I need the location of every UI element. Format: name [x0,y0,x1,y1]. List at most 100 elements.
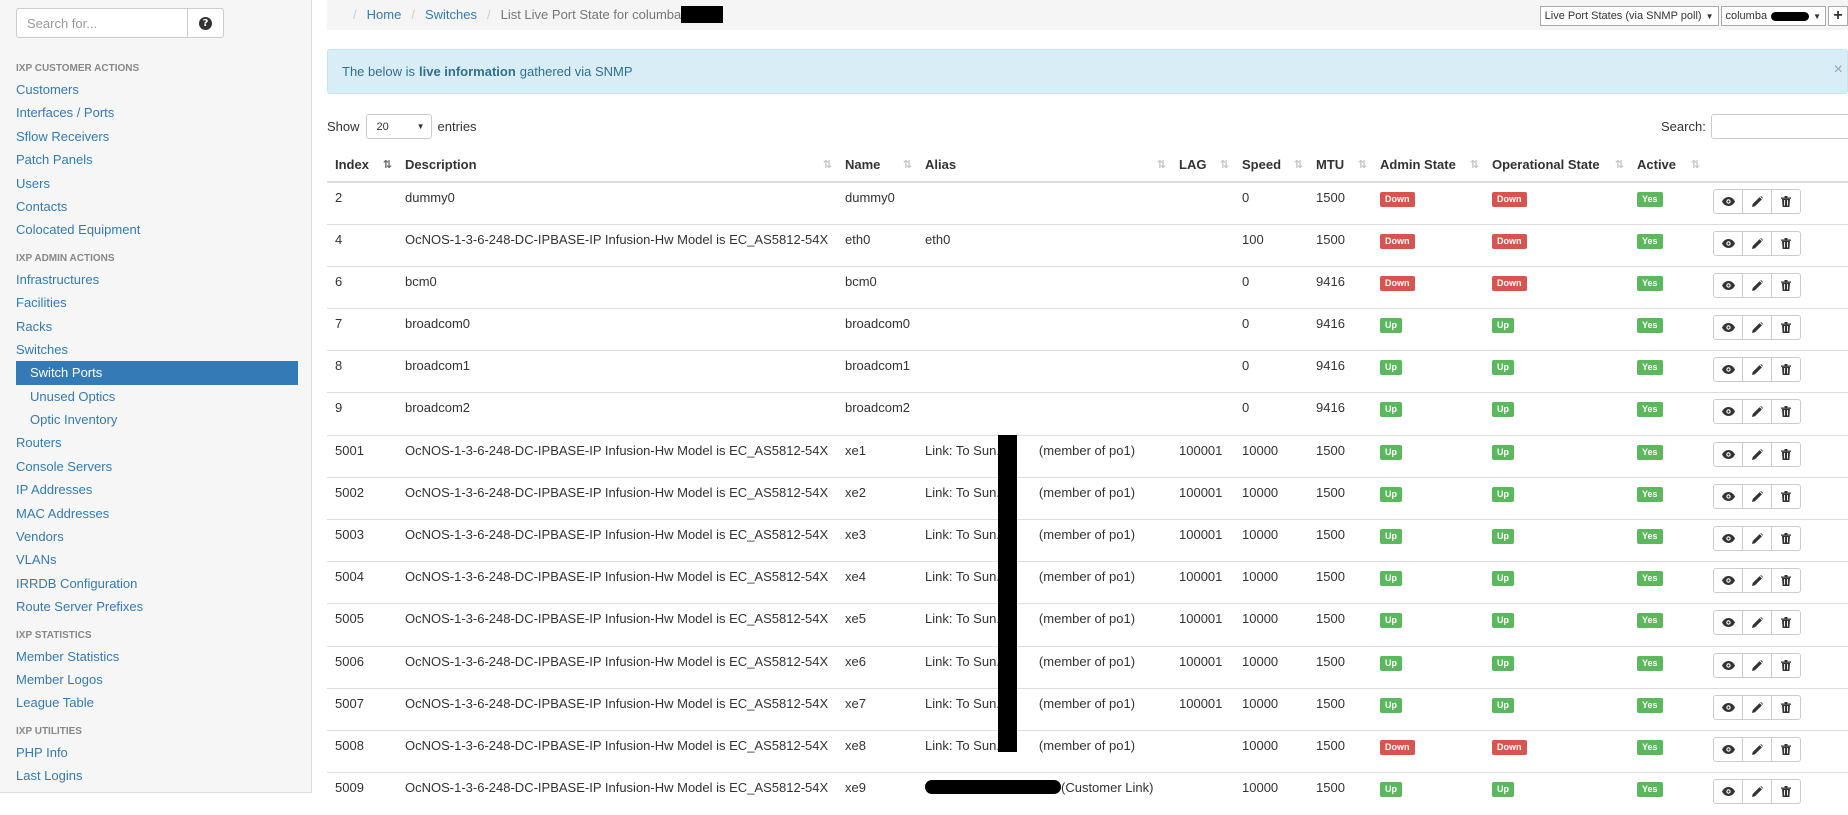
active-badge: Yes [1637,613,1663,629]
sidebar-item-racks[interactable]: Racks [0,315,312,338]
view-button[interactable] [1713,610,1743,636]
sidebar-item-colocated-equipment[interactable]: Colocated Equipment [0,218,312,241]
delete-button[interactable] [1771,441,1801,467]
view-button[interactable] [1713,230,1743,256]
sidebar-item-route-server-prefixes[interactable]: Route Server Prefixes [0,595,312,618]
delete-button[interactable] [1771,272,1801,298]
delete-button[interactable] [1771,315,1801,341]
cell-oper: Up [1484,687,1629,731]
help-button[interactable]: ? [188,8,224,38]
column-header-operational-state[interactable]: Operational State ⇅ [1484,148,1629,183]
sidebar-item-mac-addresses[interactable]: MAC Addresses [0,502,312,525]
sidebar-item-irrdb-configuration[interactable]: IRRDB Configuration [0,572,312,595]
sidebar-item-switch-ports[interactable]: Switch Ports [16,361,298,385]
edit-button[interactable] [1742,483,1772,509]
delete-button[interactable] [1771,189,1801,214]
sidebar-item-php-info[interactable]: PHP Info [0,741,312,764]
column-header-active[interactable]: Active ⇅ [1629,148,1705,183]
sidebar-item-optic-inventory[interactable]: Optic Inventory [0,408,312,431]
delete-button[interactable] [1771,568,1801,594]
sidebar-item-patch-panels[interactable]: Patch Panels [0,148,312,171]
view-button[interactable] [1713,357,1743,383]
delete-button[interactable] [1771,652,1801,678]
edit-button[interactable] [1742,694,1772,720]
cell-alias: Link: To Sun.c (member of po1) [917,687,1171,731]
page-length-select[interactable]: 20 ▼ [365,114,432,139]
delete-button[interactable] [1771,230,1801,256]
sidebar-item-ip-addresses[interactable]: IP Addresses [0,478,312,501]
sidebar-item-member-logos[interactable]: Member Logos [0,668,312,691]
view-button[interactable] [1713,272,1743,298]
sidebar-item-last-logins[interactable]: Last Logins [0,764,312,787]
edit-button[interactable] [1742,315,1772,341]
delete-button[interactable] [1771,694,1801,720]
sidebar-item-console-servers[interactable]: Console Servers [0,455,312,478]
breadcrumb-current: List Live Port State for columba [500,7,682,22]
edit-button[interactable] [1742,610,1772,636]
sidebar-item-vlans[interactable]: VLANs [0,548,312,571]
view-button[interactable] [1713,652,1743,678]
sidebar-item-users[interactable]: Users [0,172,312,195]
column-header-alias[interactable]: Alias ⇅ [917,148,1171,183]
delete-button[interactable] [1771,357,1801,383]
view-button[interactable] [1713,189,1743,214]
delete-button[interactable] [1771,399,1801,425]
sidebar-item-customers[interactable]: Customers [0,78,312,101]
delete-button[interactable] [1771,610,1801,636]
sidebar-item-vendors[interactable]: Vendors [0,525,312,548]
view-button[interactable] [1713,483,1743,509]
close-icon[interactable]: × [1834,61,1843,79]
delete-button[interactable] [1771,779,1801,805]
edit-button[interactable] [1742,272,1772,298]
delete-button[interactable] [1771,483,1801,509]
view-button[interactable] [1713,779,1743,805]
edit-button[interactable] [1742,736,1772,762]
sidebar-item-unused-optics[interactable]: Unused Optics [0,385,312,408]
edit-button[interactable] [1742,526,1772,551]
view-button[interactable] [1713,399,1743,425]
edit-button[interactable] [1742,568,1772,594]
cell-description: OcNOS-1-3-6-248-DC-IPBASE-IP Infusion-Hw… [397,645,837,689]
sidebar-item-interfaces-ports[interactable]: Interfaces / Ports [0,101,312,124]
column-header-speed[interactable]: Speed ⇅ [1234,148,1308,183]
column-header-description[interactable]: Description ⇅ [397,148,837,183]
eye-icon [1721,534,1735,543]
search-input[interactable] [16,8,188,38]
view-button[interactable] [1713,568,1743,594]
sidebar-item-switches[interactable]: Switches [0,338,312,361]
cell-lag [1171,181,1234,225]
edit-button[interactable] [1742,230,1772,256]
column-header-lag[interactable]: LAG ⇅ [1171,148,1234,183]
edit-button[interactable] [1742,441,1772,467]
column-header-admin-state[interactable]: Admin State ⇅ [1372,148,1484,183]
sidebar-item-routers[interactable]: Routers [0,431,312,454]
view-button[interactable] [1713,694,1743,720]
breadcrumb-switches-link[interactable]: Switches [425,7,477,22]
delete-button[interactable] [1771,526,1801,551]
column-header-name[interactable]: Name ⇅ [837,148,917,183]
edit-button[interactable] [1742,399,1772,425]
edit-button[interactable] [1742,652,1772,678]
mode-select[interactable]: Live Port States (via SNMP poll) ▼ [1539,6,1719,26]
view-button[interactable] [1713,315,1743,341]
sidebar-item-sflow-receivers[interactable]: Sflow Receivers [0,125,312,148]
sidebar-item-league-table[interactable]: League Table [0,691,312,714]
column-header-index[interactable]: Index ⇅ [327,148,397,183]
edit-button[interactable] [1742,189,1772,214]
column-header-mtu[interactable]: MTU ⇅ [1308,148,1372,183]
add-button[interactable]: + [1828,6,1848,26]
table-search-input[interactable] [1710,114,1848,139]
breadcrumb-home-link[interactable]: Home [367,7,402,22]
sidebar-item-member-statistics[interactable]: Member Statistics [0,645,312,668]
sidebar-item-facilities[interactable]: Facilities [0,291,312,314]
view-button[interactable] [1713,441,1743,467]
view-button[interactable] [1713,526,1743,551]
sidebar-item-contacts[interactable]: Contacts [0,195,312,218]
sidebar-item-infrastructures[interactable]: Infrastructures [0,268,312,291]
delete-button[interactable] [1771,736,1801,762]
edit-button[interactable] [1742,357,1772,383]
view-button[interactable] [1713,736,1743,762]
edit-button[interactable] [1742,779,1772,805]
switch-select[interactable]: columba ▼ [1720,6,1826,26]
port-state-table: Index ⇅ Description ⇅ Name ⇅ Alias ⇅ LAG ⇅ Speed ⇅ M… [327,148,1848,815]
